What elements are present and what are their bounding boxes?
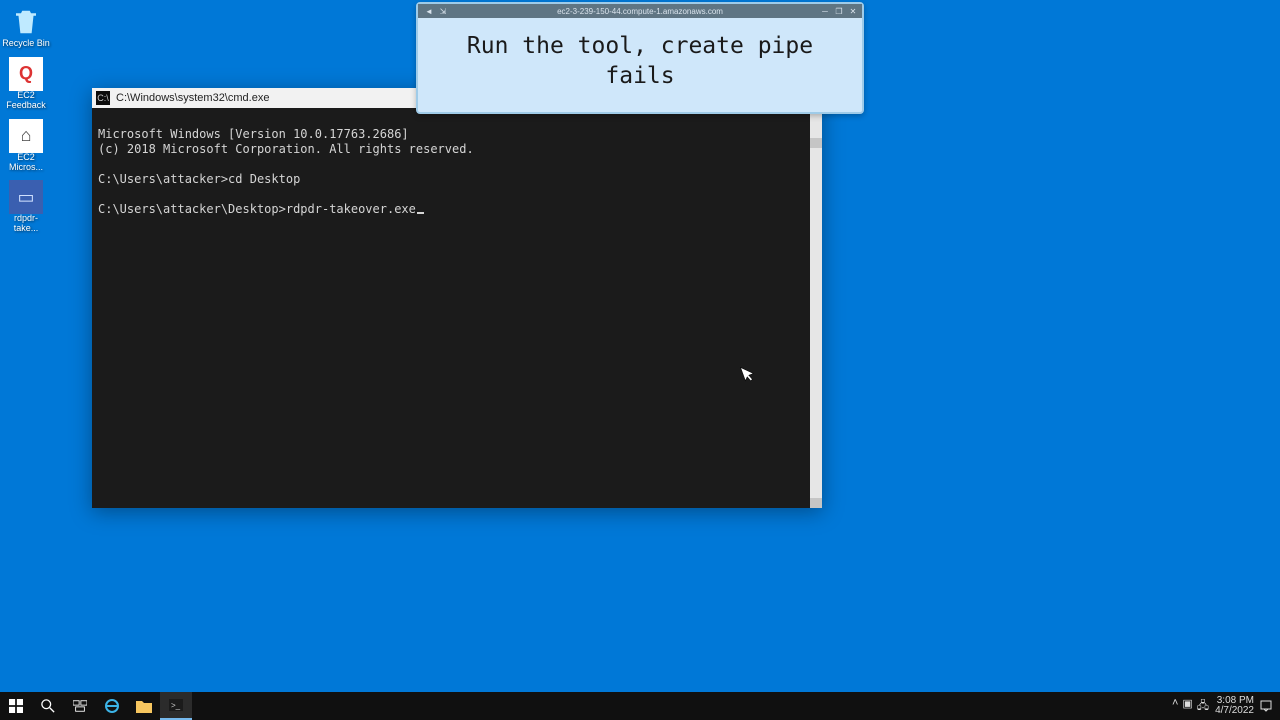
taskbar-left: >_ xyxy=(0,692,192,720)
taskbar[interactable]: >_ ˄ ▣ 🖧 3:08 PM 4/7/2022 xyxy=(0,692,1280,720)
desktop-icon-label: EC2 Feedback xyxy=(2,91,50,111)
scroll-down-button[interactable] xyxy=(810,498,822,508)
tray-chevron-icon[interactable]: ˄ xyxy=(1172,697,1178,716)
annotation-caption: Run the tool, create pipe fails xyxy=(418,18,862,112)
exe-icon: ▭ xyxy=(9,180,43,214)
taskbar-date: 4/7/2022 xyxy=(1215,706,1254,717)
rdp-back-icon[interactable]: ◄ xyxy=(424,7,434,16)
cmd-body[interactable]: Microsoft Windows [Version 10.0.17763.26… xyxy=(92,108,822,508)
taskbar-clock[interactable]: 3:08 PM 4/7/2022 xyxy=(1215,696,1254,717)
tray-server-icon[interactable]: ▣ xyxy=(1182,697,1192,716)
recycle-bin-icon xyxy=(9,5,43,39)
desktop-icon-ec2-microsoft[interactable]: ⌂ EC2 Micros... xyxy=(2,119,50,173)
desktop-icon-label: Recycle Bin xyxy=(2,39,50,49)
cmd-cursor xyxy=(417,212,424,214)
desktop-icon-ec2-feedback[interactable]: Q EC2 Feedback xyxy=(2,57,50,111)
rdp-close-button[interactable]: ✕ xyxy=(848,7,858,16)
app-icon: ⌂ xyxy=(9,119,43,153)
start-button[interactable] xyxy=(0,692,32,720)
search-button[interactable] xyxy=(32,692,64,720)
rdp-minimize-button[interactable]: ─ xyxy=(820,7,830,16)
scroll-up-button[interactable] xyxy=(810,138,822,148)
desktop-icons: Recycle Bin Q EC2 Feedback ⌂ EC2 Micros.… xyxy=(2,5,50,234)
rdp-pin-icon[interactable]: ⇲ xyxy=(438,7,448,16)
cmd-output-line: (c) 2018 Microsoft Corporation. All righ… xyxy=(98,142,474,156)
system-tray[interactable]: ˄ ▣ 🖧 xyxy=(1172,697,1209,716)
scrollbar[interactable] xyxy=(810,108,822,508)
app-icon: Q xyxy=(9,57,43,91)
cmd-prompt-line: C:\Users\attacker\Desktop>rdpdr-takeover… xyxy=(98,202,416,216)
tray-network-icon[interactable]: 🖧 xyxy=(1197,697,1209,716)
cmd-window[interactable]: C:\ C:\Windows\system32\cmd.exe ─ ▢ ✕ Mi… xyxy=(92,88,822,508)
notifications-button[interactable] xyxy=(1260,700,1274,712)
rdp-restore-button[interactable]: ❐ xyxy=(834,7,844,16)
taskbar-app-explorer[interactable] xyxy=(128,692,160,720)
taskbar-right: ˄ ▣ 🖧 3:08 PM 4/7/2022 xyxy=(1172,692,1274,720)
cmd-icon: C:\ xyxy=(96,91,110,105)
desktop-icon-label: EC2 Micros... xyxy=(2,153,50,173)
taskbar-app-ie[interactable] xyxy=(96,692,128,720)
annotation-overlay: ◄ ⇲ ec2-3-239-150-44.compute-1.amazonaws… xyxy=(416,2,864,114)
rdp-connection-bar[interactable]: ◄ ⇲ ec2-3-239-150-44.compute-1.amazonaws… xyxy=(418,4,862,18)
taskbar-app-cmd[interactable]: >_ xyxy=(160,692,192,720)
rdp-hostname: ec2-3-239-150-44.compute-1.amazonaws.com xyxy=(557,7,723,16)
desktop-icon-recycle-bin[interactable]: Recycle Bin xyxy=(2,5,50,49)
desktop-icon-label: rdpdr-take... xyxy=(2,214,50,234)
cmd-prompt-line: C:\Users\attacker>cd Desktop xyxy=(98,172,300,186)
svg-text:>_: >_ xyxy=(171,701,181,710)
cmd-output-line: Microsoft Windows [Version 10.0.17763.26… xyxy=(98,127,409,141)
cmd-title: C:\Windows\system32\cmd.exe xyxy=(116,92,269,104)
rdp-nav-buttons: ◄ ⇲ xyxy=(424,7,448,16)
desktop-icon-rdpdr-takeover[interactable]: ▭ rdpdr-take... xyxy=(2,180,50,234)
task-view-button[interactable] xyxy=(64,692,96,720)
rdp-window-buttons: ─ ❐ ✕ xyxy=(820,7,858,16)
